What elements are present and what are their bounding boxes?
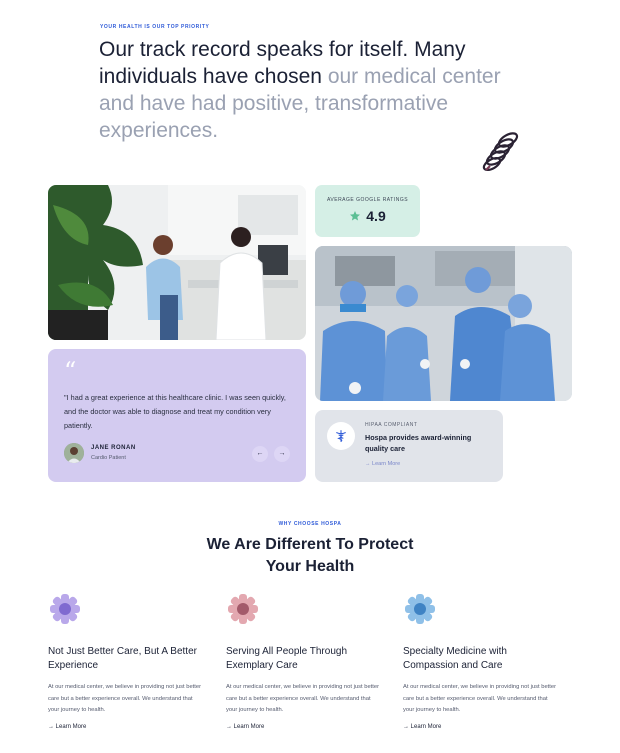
- why-title-bold-2: Your Health: [265, 558, 355, 575]
- feature-text: At our medical center, we believe in pro…: [403, 684, 557, 713]
- violet-star-icon: [50, 594, 80, 624]
- spring-decoration-icon: [482, 132, 519, 172]
- why-title: We Are Different To Protect Your Health: [0, 534, 620, 578]
- hipaa-body: HIPAA COMPLIANT Hospa provides award-win…: [365, 422, 495, 467]
- why-title-bold-1: Protect: [358, 536, 414, 553]
- why-eyebrow: WHY CHOOSE HOSPA: [278, 521, 342, 527]
- caduceus-icon: [327, 422, 355, 450]
- feature-text: At our medical center, we believe in pro…: [48, 684, 202, 713]
- why-title-regular: We Are Different To: [206, 536, 359, 553]
- feature-card: Not Just Better Care, But A Better Exper…: [48, 592, 208, 730]
- avatar: [64, 443, 84, 463]
- feature-learn-more-link[interactable]: → Learn More: [226, 724, 386, 730]
- testimonial-quote: "I had a great experience at this health…: [64, 393, 286, 430]
- rating-label: AVERAGE GOOGLE RATINGS: [326, 197, 409, 203]
- hipaa-card: HIPAA COMPLIANT Hospa provides award-win…: [315, 410, 503, 482]
- prev-testimonial-button[interactable]: ←: [252, 446, 268, 462]
- rose-star-icon: [228, 594, 258, 624]
- star-icon: [350, 211, 361, 221]
- hipaa-eyebrow: HIPAA COMPLIANT: [365, 422, 418, 428]
- google-rating-card: AVERAGE GOOGLE RATINGS 4.9: [315, 185, 420, 237]
- hero-headline: Our track record speaks for itself. Many…: [99, 36, 539, 144]
- testimonial-nav: ← →: [252, 446, 290, 462]
- author-text: JANE RONAN Cardio Patient: [91, 445, 136, 461]
- feature-title: Not Just Better Care, But A Better Exper…: [48, 646, 197, 671]
- hero-eyebrow: YOUR HEALTH IS OUR TOP PRIORITY: [100, 24, 210, 30]
- quote-mark-icon: “: [64, 357, 77, 385]
- feature-title: Serving All People Through Exemplary Car…: [226, 646, 348, 671]
- feature-text: At our medical center, we believe in pro…: [226, 684, 380, 713]
- feature-learn-more-link[interactable]: → Learn More: [403, 724, 563, 730]
- rating-row: 4.9: [315, 208, 420, 224]
- feature-learn-more-link[interactable]: → Learn More: [48, 724, 208, 730]
- testimonial-author: JANE RONAN Cardio Patient: [64, 443, 136, 463]
- surgery-photo: [315, 246, 572, 401]
- clinic-photo: [48, 185, 306, 340]
- hipaa-title: Hospa provides award-winning quality car…: [365, 433, 472, 453]
- author-role: Cardio Patient: [91, 455, 126, 461]
- feature-card: Serving All People Through Exemplary Car…: [226, 592, 386, 730]
- testimonial-card: “ "I had a great experience at this heal…: [48, 349, 306, 482]
- feature-card: Specialty Medicine with Compassion and C…: [403, 592, 563, 730]
- hipaa-learn-more-link[interactable]: → Learn More: [365, 461, 495, 467]
- blue-star-icon: [405, 594, 435, 624]
- rating-value: 4.9: [366, 208, 386, 224]
- author-name: JANE RONAN: [91, 445, 136, 451]
- feature-title: Specialty Medicine with Compassion and C…: [403, 646, 507, 671]
- next-testimonial-button[interactable]: →: [274, 446, 290, 462]
